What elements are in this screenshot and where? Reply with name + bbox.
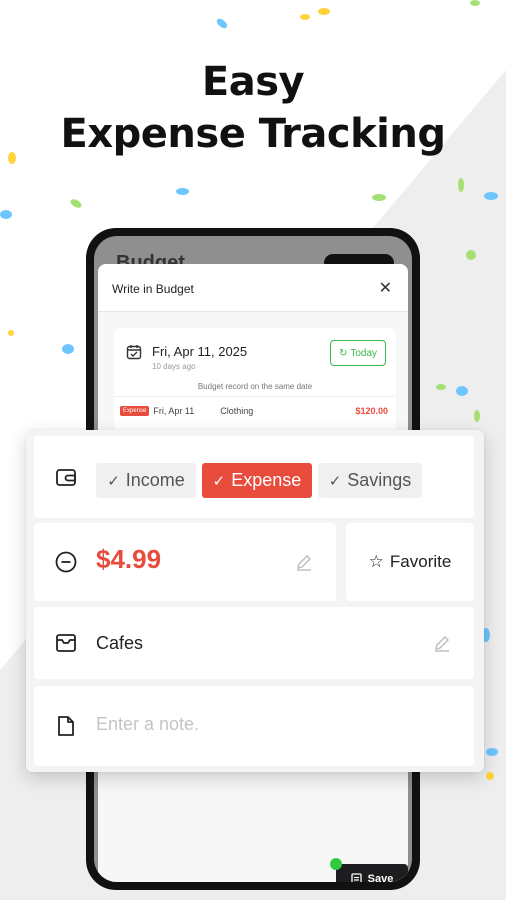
transaction-type-card: ✓ Income ✓ Expense ✓ Savings [34, 436, 474, 518]
wallet-icon [56, 469, 76, 486]
date-card: Fri, Apr 11, 2025 10 days ago ↻ Today Bu… [114, 328, 396, 432]
refresh-icon: ↻ [338, 347, 348, 359]
record-row[interactable]: Expense Fri, Apr 11 Clothing $120.00 [114, 396, 396, 424]
minus-circle-icon [55, 551, 77, 573]
today-button[interactable]: ↻ Today [330, 340, 386, 366]
receipt-icon [350, 872, 362, 882]
save-label: Save [367, 873, 394, 882]
category-label: Cafes [96, 633, 144, 653]
category-card[interactable]: Cafes [34, 607, 474, 679]
record-amount: $120.00 [355, 405, 388, 416]
type-income-button[interactable]: ✓ Income [96, 463, 196, 498]
pencil-icon[interactable] [294, 552, 314, 572]
note-input[interactable] [96, 714, 436, 735]
check-icon: ✓ [328, 472, 342, 490]
type-savings-label: Savings [347, 470, 412, 490]
headline-line-2: Expense Tracking [60, 111, 446, 157]
favorite-label: Favorite [389, 552, 452, 571]
headline-line-1: Easy [201, 59, 305, 105]
amount-card[interactable]: $4.99 [34, 523, 336, 601]
status-dot [330, 858, 342, 870]
record-category: Clothing [220, 405, 254, 416]
type-income-label: Income [125, 470, 185, 490]
sheet-header: Write in Budget ✕ [98, 264, 408, 312]
close-icon[interactable]: ✕ [379, 278, 392, 298]
calendar-icon [126, 345, 142, 360]
today-label: Today [350, 347, 378, 359]
record-date: Fri, Apr 11 [153, 405, 195, 416]
headline: Easy Expense Tracking [0, 58, 506, 162]
date-relative: 10 days ago [152, 362, 196, 371]
document-icon [58, 716, 74, 736]
date-text[interactable]: Fri, Apr 11, 2025 [152, 344, 247, 359]
record-type-badge: Expense [120, 405, 150, 416]
pencil-icon[interactable] [432, 633, 452, 653]
type-savings-button[interactable]: ✓ Savings [318, 463, 422, 498]
same-date-label: Budget record on the same date [197, 382, 313, 391]
expense-form-overlay: ✓ Income ✓ Expense ✓ Savings $4.99 ☆ Fav… [26, 430, 484, 772]
type-expense-label: Expense [231, 470, 302, 490]
check-icon: ✓ [212, 472, 226, 490]
note-card [34, 686, 474, 766]
star-icon: ☆ [368, 552, 384, 571]
favorite-button[interactable]: ☆ Favorite [346, 523, 474, 601]
type-expense-button[interactable]: ✓ Expense [202, 463, 312, 498]
sheet-title: Write in Budget [112, 282, 194, 296]
save-area: Save [330, 858, 408, 882]
save-button[interactable]: Save [336, 864, 408, 882]
amount-value[interactable]: $4.99 [96, 544, 161, 575]
inbox-icon [56, 634, 76, 652]
check-icon: ✓ [107, 472, 120, 490]
